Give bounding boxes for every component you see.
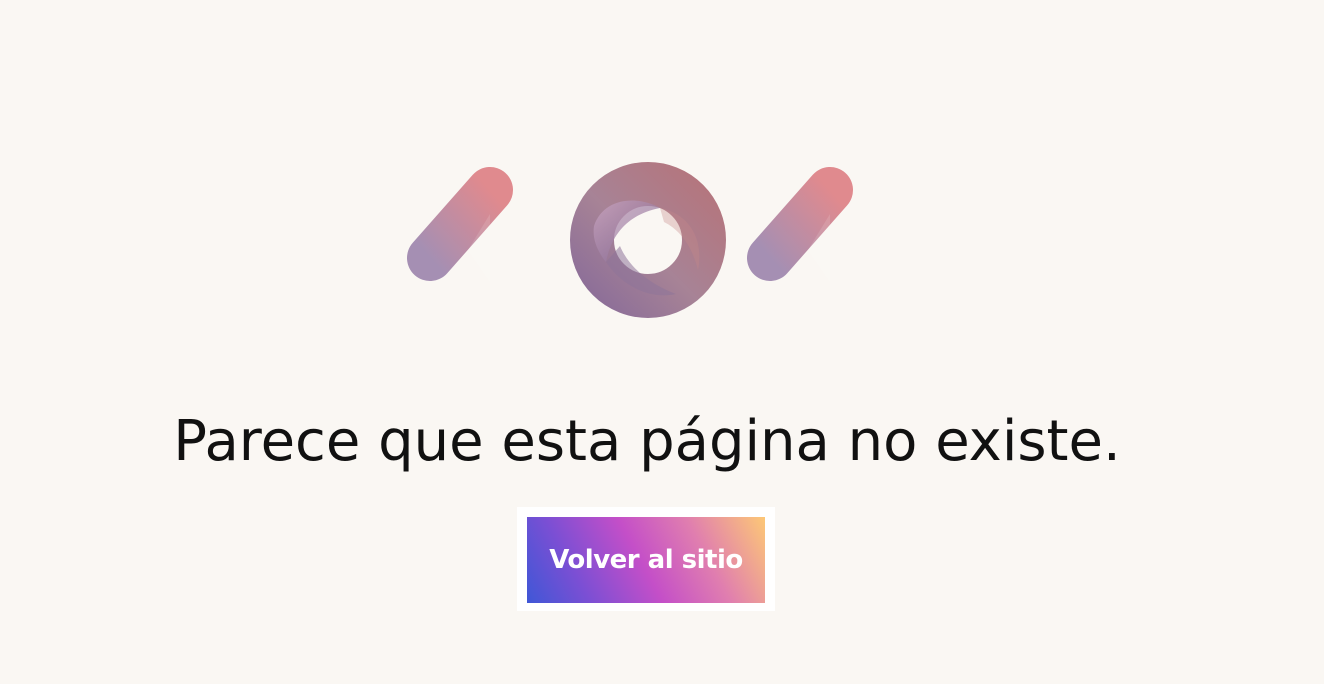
not-found-message: Parece que esta página no existe. — [173, 409, 1121, 474]
digit-four-right — [747, 163, 882, 321]
error-page: Parece que esta página no existe. Volver… — [0, 0, 1324, 684]
back-to-site-button[interactable]: Volver al sitio — [527, 517, 765, 603]
digit-four-left — [407, 163, 542, 321]
digit-zero — [570, 162, 726, 318]
back-button-frame: Volver al sitio — [517, 507, 775, 611]
